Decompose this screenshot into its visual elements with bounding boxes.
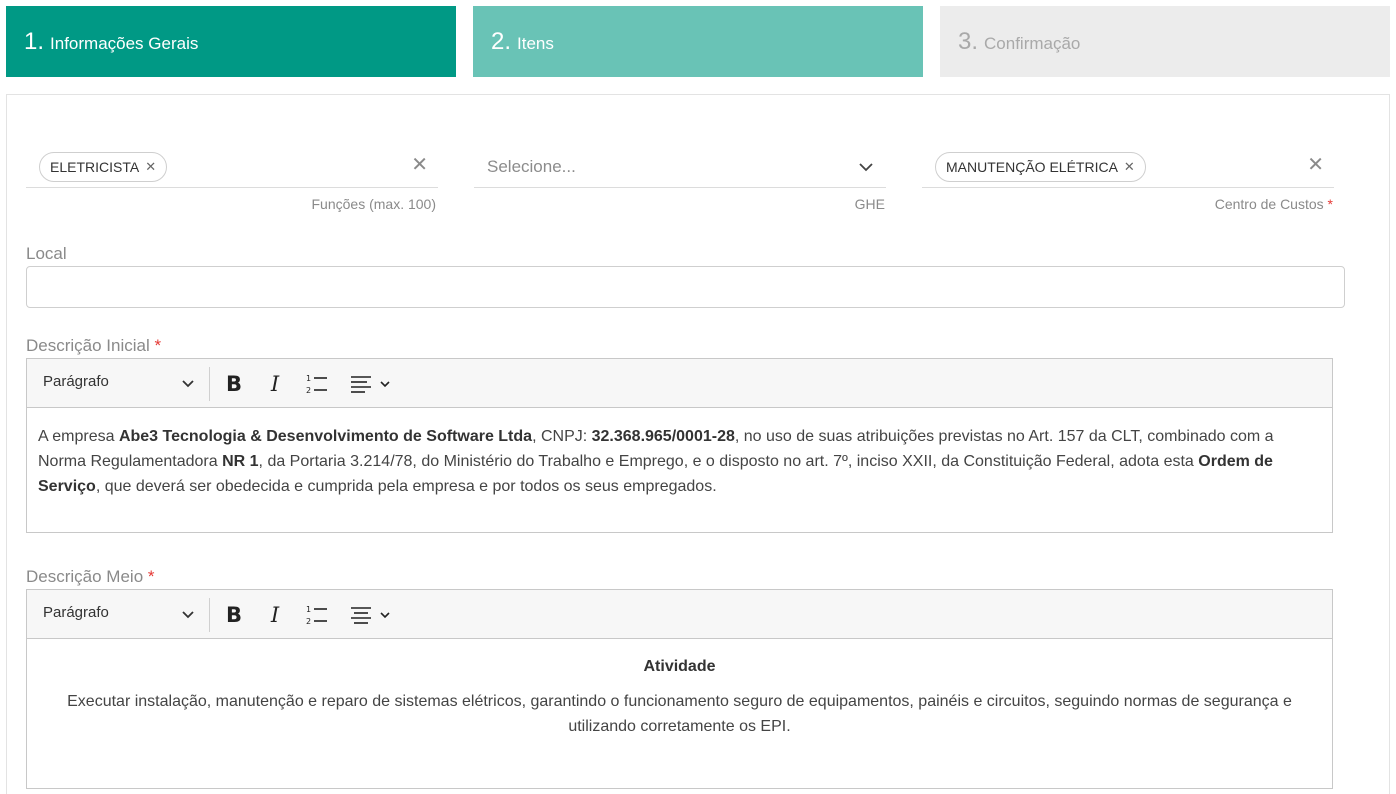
content-heading: Atividade	[643, 658, 716, 675]
funcoes-helper: Funções (max. 100)	[311, 196, 437, 212]
centro-custos-helper: Centro de Custos *	[922, 196, 1333, 212]
text-run: , da Portaria 3.214/78, do Ministério do…	[258, 453, 1199, 470]
text-run: , CNPJ:	[532, 428, 592, 445]
align-center-icon[interactable]	[347, 601, 397, 629]
step-label: Itens	[517, 33, 554, 53]
svg-text:1: 1	[306, 605, 311, 614]
local-input[interactable]	[26, 266, 1345, 308]
content-paragraph: Executar instalação, manutenção e reparo…	[67, 693, 1292, 735]
centro-custos-select[interactable]: MANUTENÇÃO ELÉTRICA ✕ ✕	[922, 146, 1334, 188]
align-left-icon[interactable]	[347, 370, 397, 398]
descricao-meio-label: Descrição Meio *	[26, 567, 155, 587]
step-label: Confirmação	[984, 33, 1081, 53]
svg-text:2: 2	[306, 617, 311, 626]
text-run: , que deverá ser obedecida e cumprida pe…	[95, 478, 717, 495]
helper-text: Centro de Custos	[1214, 196, 1324, 212]
bold-icon[interactable]: B	[220, 370, 248, 398]
format-label: Parágrafo	[43, 373, 109, 390]
editor-toolbar: Parágrafo B I 1 2	[27, 359, 1332, 408]
text-run: A empresa	[38, 428, 119, 445]
close-icon[interactable]: ✕	[411, 155, 428, 175]
step-number: 3.	[958, 27, 979, 55]
descricao-meio-editor: Parágrafo B I 1 2 Atividade Executar ins…	[26, 589, 1333, 789]
editor-content[interactable]: Atividade Executar instalação, manutençã…	[27, 639, 1332, 739]
close-icon[interactable]: ✕	[145, 159, 156, 175]
close-icon[interactable]: ✕	[1307, 155, 1324, 175]
selected-chip: ELETRICISTA ✕	[39, 152, 168, 182]
chevron-down-icon	[182, 380, 194, 388]
bold-icon[interactable]: B	[220, 601, 248, 629]
step-label: Informações Gerais	[50, 33, 199, 53]
paragraph-format-select[interactable]: Parágrafo	[43, 604, 195, 626]
stepper: 1. Informações Gerais 2. Itens 3. Confir…	[6, 6, 1390, 77]
format-label: Parágrafo	[43, 604, 109, 621]
toolbar-divider	[209, 367, 210, 401]
paragraph-format-select[interactable]: Parágrafo	[43, 373, 195, 395]
required-marker: *	[147, 567, 155, 586]
descricao-inicial-label: Descrição Inicial *	[26, 336, 161, 356]
bold-run: NR 1	[222, 453, 259, 470]
required-marker: *	[154, 336, 162, 355]
descricao-inicial-editor: Parágrafo B I 1 2 A empresa Abe3 Tecnolo…	[26, 358, 1333, 533]
step-number: 2.	[491, 27, 512, 55]
label-text: Descrição Meio	[26, 567, 144, 586]
toolbar-divider	[209, 598, 210, 632]
chip-label: MANUTENÇÃO ELÉTRICA	[946, 159, 1118, 175]
ghe-select[interactable]: Selecione...	[474, 146, 886, 188]
funcoes-select[interactable]: ELETRICISTA ✕ ✕	[26, 146, 438, 188]
selected-chip: MANUTENÇÃO ELÉTRICA ✕	[935, 152, 1146, 182]
local-label: Local	[26, 244, 67, 263]
close-icon[interactable]: ✕	[1124, 159, 1135, 175]
required-marker: *	[1327, 196, 1333, 212]
ghe-helper: GHE	[854, 196, 885, 212]
numbered-list-icon[interactable]: 1 2	[303, 370, 331, 398]
step-itens[interactable]: 2. Itens	[473, 6, 923, 77]
italic-icon[interactable]: I	[261, 601, 289, 629]
bold-run: Abe3 Tecnologia & Desenvolvimento de Sof…	[118, 428, 533, 445]
step-informacoes-gerais[interactable]: 1. Informações Gerais	[6, 6, 456, 77]
bold-run: 32.368.965/0001-28	[591, 428, 735, 445]
editor-toolbar: Parágrafo B I 1 2	[27, 590, 1332, 639]
ghe-placeholder: Selecione...	[487, 157, 576, 176]
label-text: Descrição Inicial	[26, 336, 150, 355]
chevron-down-icon[interactable]	[858, 159, 874, 175]
svg-text:1: 1	[306, 374, 311, 383]
editor-content[interactable]: A empresa Abe3 Tecnologia & Desenvolvime…	[27, 408, 1332, 499]
chevron-down-icon	[182, 611, 194, 619]
italic-icon[interactable]: I	[261, 370, 289, 398]
step-confirmacao[interactable]: 3. Confirmação	[940, 6, 1390, 77]
svg-text:2: 2	[306, 386, 311, 395]
step-number: 1.	[24, 27, 45, 55]
numbered-list-icon[interactable]: 1 2	[303, 601, 331, 629]
chip-label: ELETRICISTA	[50, 159, 140, 175]
